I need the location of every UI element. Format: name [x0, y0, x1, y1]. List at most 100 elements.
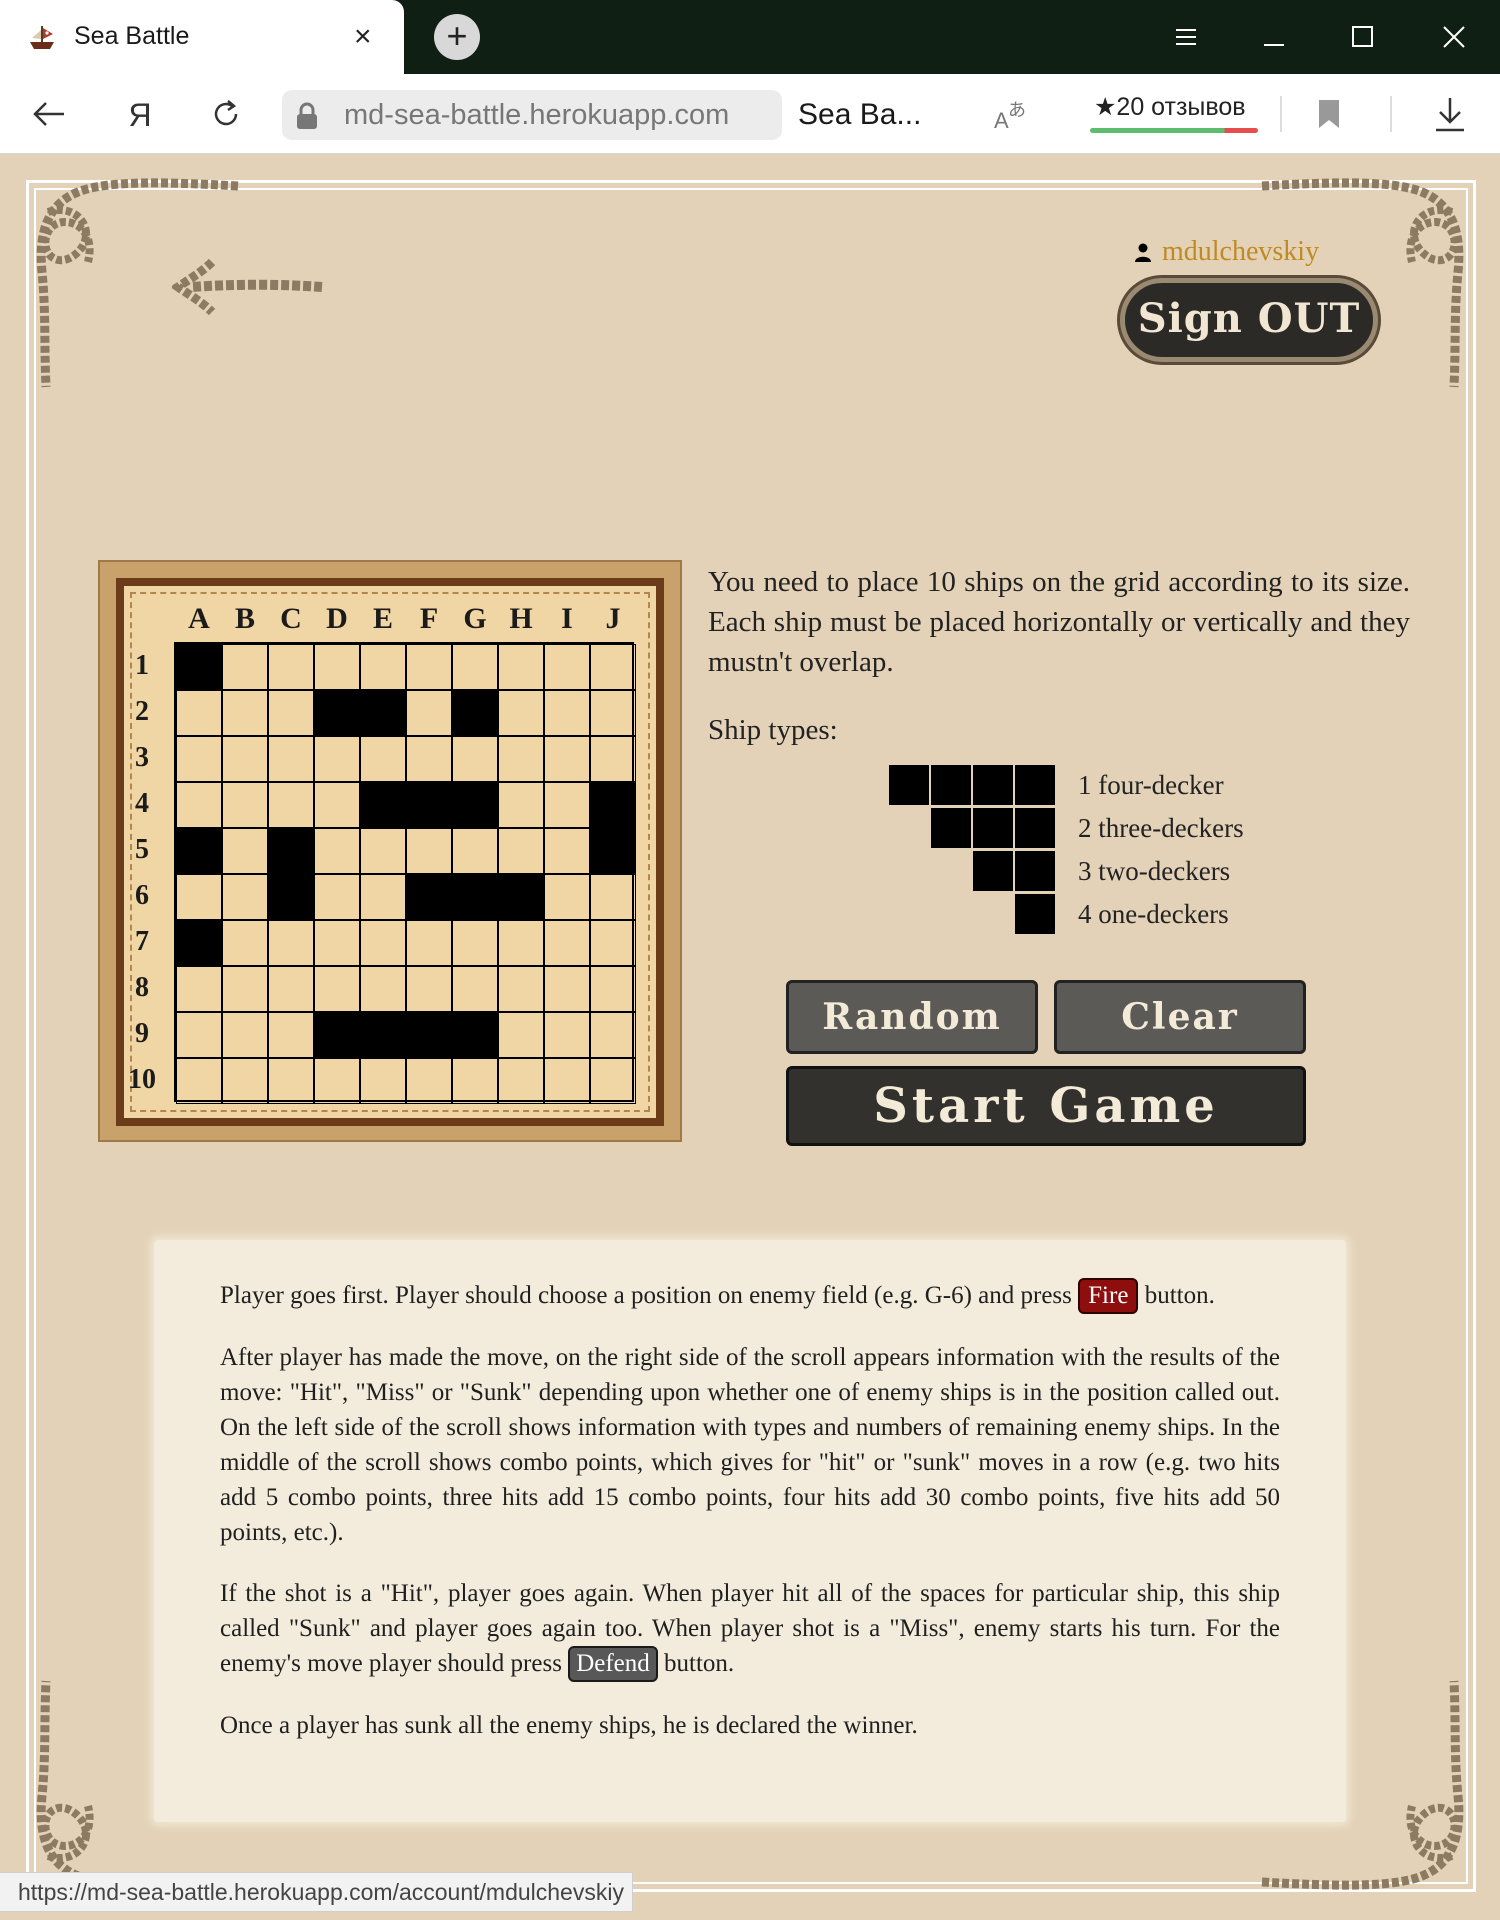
grid-cell-ship[interactable]: [176, 828, 222, 874]
grid-cell[interactable]: [268, 966, 314, 1012]
bookmark-icon[interactable]: [1316, 98, 1342, 130]
url-field[interactable]: md-sea-battle.herokuapp.com: [282, 90, 782, 140]
grid-cell[interactable]: [222, 966, 268, 1012]
grid-cell[interactable]: [498, 966, 544, 1012]
grid-cell[interactable]: [544, 782, 590, 828]
grid-cell[interactable]: [406, 828, 452, 874]
user-info[interactable]: mdulchevskiy: [1134, 236, 1319, 272]
grid-cell[interactable]: [268, 1058, 314, 1104]
grid-cell[interactable]: [176, 782, 222, 828]
grid-cell[interactable]: [590, 874, 636, 920]
grid-cell[interactable]: [222, 1058, 268, 1104]
grid-cell[interactable]: [360, 874, 406, 920]
grid-cell-ship[interactable]: [314, 690, 360, 736]
grid-cell[interactable]: [314, 828, 360, 874]
grid-cell[interactable]: [406, 690, 452, 736]
grid-cell[interactable]: [590, 1058, 636, 1104]
grid-cell[interactable]: [498, 1012, 544, 1058]
back-icon[interactable]: [28, 92, 72, 136]
grid-cell[interactable]: [544, 644, 590, 690]
grid-cell[interactable]: [590, 920, 636, 966]
grid-cell[interactable]: [544, 690, 590, 736]
grid-cell[interactable]: [590, 690, 636, 736]
grid-cell[interactable]: [314, 966, 360, 1012]
grid-cell[interactable]: [590, 644, 636, 690]
grid-cell[interactable]: [544, 828, 590, 874]
grid-cell[interactable]: [406, 920, 452, 966]
grid-cell-ship[interactable]: [498, 874, 544, 920]
grid-cell[interactable]: [406, 644, 452, 690]
grid-cell[interactable]: [360, 828, 406, 874]
grid-cell[interactable]: [498, 736, 544, 782]
random-button[interactable]: Random: [786, 980, 1038, 1054]
grid-cell[interactable]: [176, 1058, 222, 1104]
yandex-icon[interactable]: Я: [118, 92, 162, 136]
close-icon[interactable]: ×: [354, 18, 372, 56]
sign-out-button[interactable]: Sign OUT: [1120, 278, 1378, 362]
grid-cell[interactable]: [452, 644, 498, 690]
grid-cell[interactable]: [222, 690, 268, 736]
grid-cell-ship[interactable]: [268, 828, 314, 874]
grid-cell[interactable]: [314, 874, 360, 920]
grid-cell[interactable]: [268, 736, 314, 782]
browser-tab[interactable]: Sea Battle ×: [0, 0, 404, 74]
grid-cell-ship[interactable]: [406, 782, 452, 828]
grid-cell[interactable]: [314, 736, 360, 782]
grid-cell[interactable]: [544, 1012, 590, 1058]
grid-cell[interactable]: [222, 828, 268, 874]
rope-arrow-icon[interactable]: [172, 254, 326, 320]
grid-cell[interactable]: [544, 966, 590, 1012]
grid-cell[interactable]: [360, 920, 406, 966]
menu-icon[interactable]: [1162, 14, 1210, 60]
grid-cell-ship[interactable]: [406, 874, 452, 920]
grid-cell[interactable]: [590, 966, 636, 1012]
grid-cell[interactable]: [498, 690, 544, 736]
grid-cell[interactable]: [544, 874, 590, 920]
grid-cell[interactable]: [268, 920, 314, 966]
grid-cell[interactable]: [314, 1058, 360, 1104]
grid-cell[interactable]: [498, 782, 544, 828]
grid-cell[interactable]: [498, 920, 544, 966]
grid-cell[interactable]: [222, 1012, 268, 1058]
clear-button[interactable]: Clear: [1054, 980, 1306, 1054]
grid-cell[interactable]: [222, 644, 268, 690]
grid-cell[interactable]: [590, 1012, 636, 1058]
grid-cell-ship[interactable]: [268, 874, 314, 920]
grid-cell[interactable]: [176, 736, 222, 782]
grid-cell[interactable]: [176, 874, 222, 920]
grid-cell-ship[interactable]: [176, 920, 222, 966]
grid-cell[interactable]: [176, 690, 222, 736]
grid-cell-ship[interactable]: [360, 1012, 406, 1058]
grid-cell[interactable]: [268, 690, 314, 736]
minimize-icon[interactable]: [1250, 14, 1298, 60]
grid-cell[interactable]: [222, 782, 268, 828]
grid-cell[interactable]: [222, 920, 268, 966]
translate-icon[interactable]: A あ: [992, 96, 1032, 132]
close-window-icon[interactable]: [1430, 14, 1478, 60]
grid-cell[interactable]: [452, 920, 498, 966]
grid-cell[interactable]: [498, 1058, 544, 1104]
grid-cell-ship[interactable]: [590, 782, 636, 828]
grid-cell[interactable]: [314, 644, 360, 690]
grid-cell[interactable]: [222, 874, 268, 920]
grid-cell-ship[interactable]: [406, 1012, 452, 1058]
grid-cell[interactable]: [452, 736, 498, 782]
grid-cell[interactable]: [498, 828, 544, 874]
grid-cell[interactable]: [544, 736, 590, 782]
grid-cell-ship[interactable]: [314, 1012, 360, 1058]
grid-cell[interactable]: [314, 782, 360, 828]
grid-cell[interactable]: [268, 1012, 314, 1058]
grid-cell[interactable]: [268, 782, 314, 828]
grid-cell[interactable]: [544, 1058, 590, 1104]
grid-cell[interactable]: [590, 736, 636, 782]
grid-cell[interactable]: [360, 966, 406, 1012]
reviews-badge[interactable]: ★20 отзывов: [1090, 88, 1258, 138]
username-link[interactable]: mdulchevskiy: [1162, 236, 1319, 267]
grid-cell[interactable]: [176, 966, 222, 1012]
ship-grid[interactable]: [174, 642, 636, 1104]
grid-cell[interactable]: [452, 1058, 498, 1104]
maximize-icon[interactable]: [1338, 14, 1386, 60]
grid-cell[interactable]: [498, 644, 544, 690]
grid-cell[interactable]: [452, 966, 498, 1012]
grid-cell[interactable]: [176, 1012, 222, 1058]
